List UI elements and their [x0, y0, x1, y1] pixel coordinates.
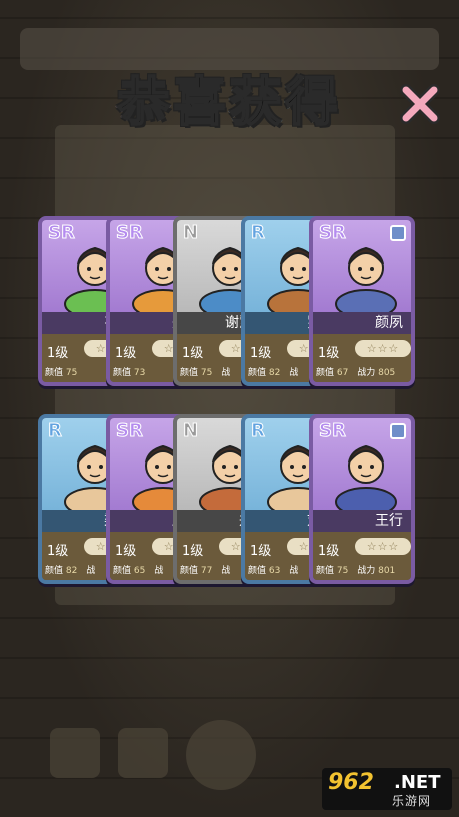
rarity-badge: SR: [116, 420, 144, 442]
level-label: 1级: [318, 544, 340, 559]
level-label: 1级: [250, 544, 272, 559]
stat1-value: 67: [336, 368, 349, 378]
rarity-badge: SR: [319, 222, 347, 244]
stat2-value: 805: [378, 368, 396, 378]
watermark-number: 962: [328, 770, 374, 795]
stat2-label: 战力: [357, 566, 376, 576]
stat1-label: 颜值: [248, 368, 267, 378]
stat2-label: 战: [221, 566, 231, 576]
stat1-value: 75: [336, 566, 349, 576]
card-stats: 颜值 77 战: [180, 563, 236, 576]
stat2-label: 战: [86, 566, 96, 576]
stat2-value: 801: [378, 566, 396, 576]
card-stats: 颜值 73: [113, 365, 157, 378]
card-tag-icon: [390, 225, 406, 241]
close-x-icon: [400, 84, 440, 124]
rarity-badge: R: [251, 222, 266, 244]
watermark-cn: 乐游网: [392, 794, 432, 808]
card-info: 1级 ☆☆☆ 颜值 67 战力 805: [313, 334, 411, 382]
rarity-badge: SR: [48, 222, 76, 244]
level-label: 1级: [182, 346, 204, 361]
card-stats: 颜值 75 战力 801: [316, 563, 401, 576]
stat1-value: 73: [133, 368, 146, 378]
character-name: 颜夙: [313, 312, 411, 334]
reward-card[interactable]: SR 颜夙 1级 ☆☆☆ 颜值 67 战力 805: [309, 216, 415, 386]
level-label: 1级: [115, 346, 137, 361]
stat2-label: 战: [221, 368, 231, 378]
stat1-label: 颜值: [316, 368, 335, 378]
card-stats: 颜值 75 战: [180, 365, 236, 378]
stat1-label: 颜值: [113, 368, 132, 378]
stat2-label: 战: [289, 368, 299, 378]
stat1-label: 颜值: [180, 368, 199, 378]
stat1-value: 77: [200, 566, 213, 576]
watermark-net: .NET: [394, 772, 441, 793]
stat1-value: 65: [133, 566, 146, 576]
level-label: 1级: [250, 346, 272, 361]
stat1-label: 颜值: [180, 566, 199, 576]
character-name: 王行: [313, 510, 411, 532]
bottom-menu-button[interactable]: [50, 728, 100, 778]
stat1-value: 82: [268, 368, 281, 378]
rarity-badge: N: [182, 222, 199, 244]
rarity-badge: R: [48, 420, 63, 442]
stat1-label: 颜值: [248, 566, 267, 576]
rarity-badge: SR: [319, 420, 347, 442]
level-label: 1级: [47, 346, 69, 361]
stat1-label: 颜值: [316, 566, 335, 576]
card-stats: 颜值 63 战: [248, 563, 304, 576]
battle-button[interactable]: [186, 720, 256, 790]
stat1-value: 82: [65, 566, 78, 576]
stat2-label: 战力: [357, 368, 376, 378]
level-label: 1级: [115, 544, 137, 559]
stat2-label: 战: [289, 566, 299, 576]
card-info: 1级 ☆☆☆ 颜值 75 战力 801: [313, 532, 411, 580]
rarity-badge: N: [182, 420, 199, 442]
reward-card[interactable]: SR 王行 1级 ☆☆☆ 颜值 75 战力 801: [309, 414, 415, 584]
bottom-menu-button[interactable]: [118, 728, 168, 778]
character-portrait: [335, 246, 397, 312]
rarity-badge: SR: [116, 222, 144, 244]
star-rating: ☆☆☆: [355, 340, 411, 357]
stat1-value: 63: [268, 566, 281, 576]
stat1-label: 颜值: [45, 566, 64, 576]
site-watermark: 962 .NET 乐游网: [322, 768, 452, 810]
reward-title: 恭喜获得: [0, 60, 459, 135]
card-stats: 颜值 65 战: [113, 563, 169, 576]
level-label: 1级: [318, 346, 340, 361]
card-stats: 颜值 67 战力 805: [316, 365, 401, 378]
stat1-value: 75: [200, 368, 213, 378]
card-stats: 颜值 82 战: [248, 365, 304, 378]
card-tag-icon: [390, 423, 406, 439]
card-stats: 颜值 82 战: [45, 563, 101, 576]
level-label: 1级: [47, 544, 69, 559]
level-label: 1级: [182, 544, 204, 559]
stat1-label: 颜值: [45, 368, 64, 378]
character-portrait: [335, 444, 397, 510]
close-button[interactable]: [398, 82, 442, 126]
card-stats: 颜值 75: [45, 365, 89, 378]
rarity-badge: R: [251, 420, 266, 442]
stat1-label: 颜值: [113, 566, 132, 576]
stat2-label: 战: [154, 566, 164, 576]
star-rating: ☆☆☆: [355, 538, 411, 555]
stat1-value: 75: [65, 368, 78, 378]
